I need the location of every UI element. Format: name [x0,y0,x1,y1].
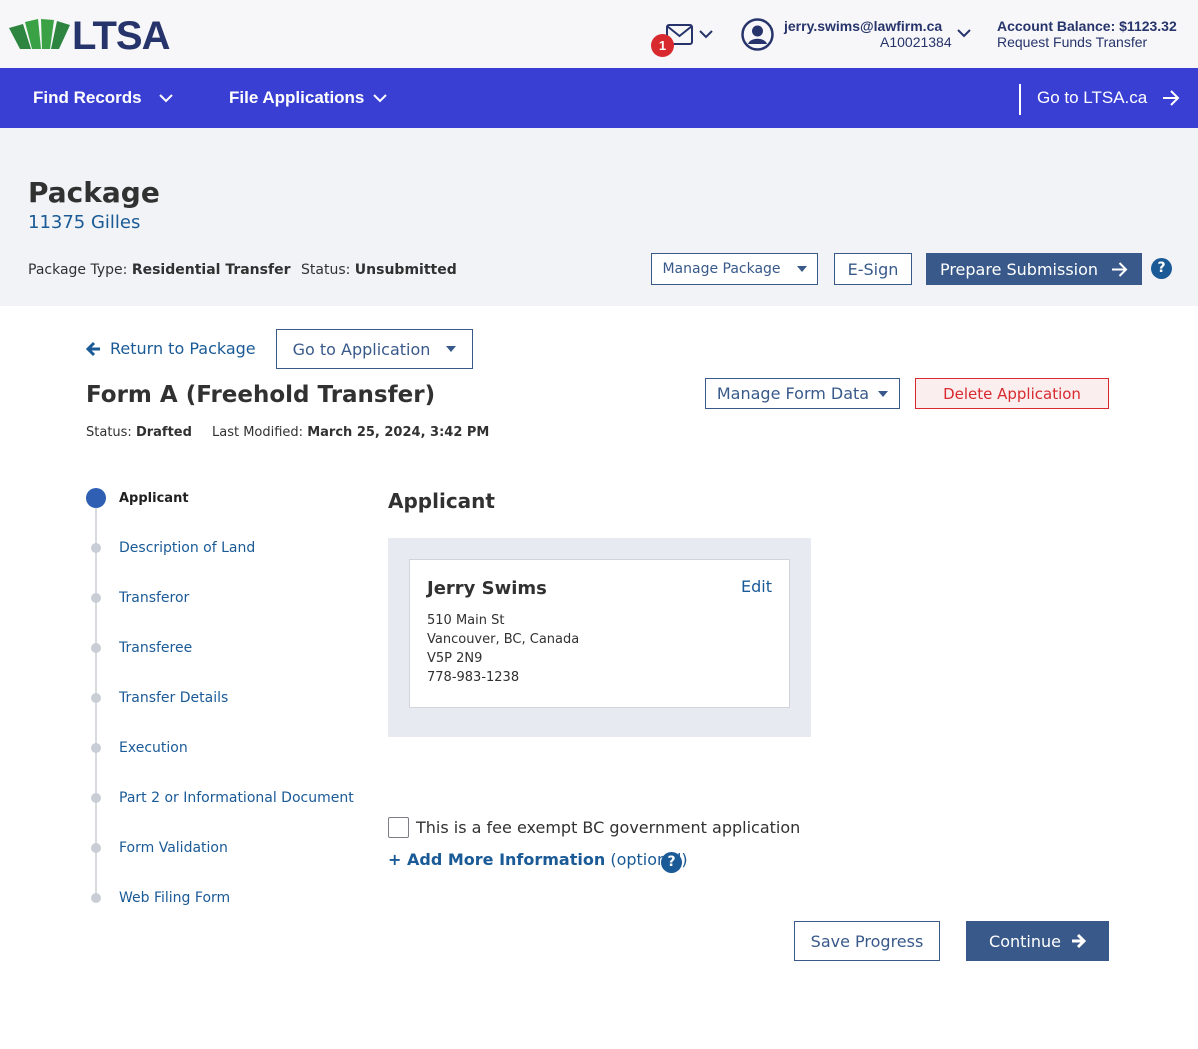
step-label: Transferee [119,640,193,656]
delete-application-button[interactable]: Delete Application [915,378,1109,409]
notification-badge: 1 [651,34,674,57]
esign-label: E-Sign [847,259,899,279]
user-account-number: A10021384 [880,34,952,50]
step-label: Transferor [119,590,190,606]
user-menu-chevron-icon[interactable] [956,26,972,40]
nav-find-records[interactable]: Find Records [33,68,174,128]
prepare-submission-label: Prepare Submission [939,259,1099,279]
arrow-right-icon [1163,90,1180,106]
caret-down-icon [878,390,889,397]
step-label: Description of Land [119,540,256,556]
applicant-name: Jerry Swims [427,578,547,599]
step-label: Execution [119,740,188,756]
package-type: Package Type: Residential Transfer [28,262,290,278]
package-help-icon[interactable]: ? [1151,258,1172,279]
continue-label: Continue [989,931,1061,951]
step-label: Web Filing Form [119,890,231,906]
return-to-package-link[interactable]: Return to Package [86,339,256,358]
form-last-modified: Last Modified: March 25, 2024, 3:42 PM [212,425,489,440]
stepper-track [95,508,97,898]
caret-down-icon [446,346,457,352]
manage-form-data-label: Manage Form Data [716,384,870,403]
step-active-indicator [86,488,106,508]
package-type-value: Residential Transfer [131,262,291,278]
nav-find-records-label: Find Records [33,88,142,107]
step-indicator [91,693,101,703]
user-avatar-icon[interactable] [741,18,774,51]
go-to-ltsa-link[interactable]: Go to LTSA.ca [1037,68,1180,128]
package-name-link[interactable]: 11375 Gilles [28,212,140,233]
manage-form-data-dropdown[interactable]: Manage Form Data [705,378,900,409]
arrow-right-icon [1071,933,1086,949]
esign-button[interactable]: E-Sign [834,253,912,285]
nav-divider [1019,84,1021,115]
form-status-value: Drafted [135,425,192,440]
package-type-label: Package Type: [28,262,128,278]
ltsa-logo[interactable]: LTSA [9,14,174,58]
step-label: Applicant [119,490,189,506]
form-modified-value: March 25, 2024, 3:42 PM [307,425,490,440]
nav-file-applications[interactable]: File Applications [229,68,388,128]
continue-button[interactable]: Continue [966,921,1109,961]
manage-package-dropdown[interactable]: Manage Package [651,253,818,285]
section-title: Applicant [388,489,495,513]
step-label: Form Validation [119,840,228,856]
step-indicator [91,843,101,853]
package-title: Package [28,176,160,209]
save-progress-button[interactable]: Save Progress [794,921,940,961]
go-to-application-label: Go to Application [292,339,431,359]
form-status: Status: Drafted [86,425,192,440]
go-to-application-dropdown[interactable]: Go to Application [276,329,473,369]
arrow-right-icon [1112,261,1128,277]
step-indicator [91,643,101,653]
prepare-submission-button[interactable]: Prepare Submission [926,253,1142,285]
account-balance: Account Balance: $1123.32 [997,18,1177,34]
add-more-label: + Add More Information [388,850,606,869]
chevron-down-icon [699,30,713,39]
form-modified-label: Last Modified: [212,425,304,440]
applicant-phone: 778-983-1238 [427,670,520,685]
package-status-label: Status: [301,262,351,278]
package-status-value: Unsubmitted [354,262,457,278]
applicant-postal-code: V5P 2N9 [427,651,483,666]
form-status-label: Status: [86,425,132,440]
logo-mark-icon [9,19,70,49]
step-label: Part 2 or Informational Document [119,790,354,806]
save-progress-label: Save Progress [810,931,924,951]
request-funds-link[interactable]: Request Funds Transfer [997,34,1147,50]
step-indicator [91,743,101,753]
main-nav: Find Records File Applications Go to LTS… [0,68,1198,128]
applicant-address-line2: Vancouver, BC, Canada [427,632,580,647]
edit-applicant-link[interactable]: Edit [741,577,772,596]
user-email[interactable]: jerry.swims@lawfirm.ca [784,18,942,34]
package-status: Status: Unsubmitted [301,262,457,278]
step-label: Transfer Details [119,690,229,706]
manage-package-label: Manage Package [662,261,781,277]
return-to-package-label: Return to Package [110,339,256,358]
add-more-help-icon[interactable]: ? [661,852,682,873]
applicant-address-line1: 510 Main St [427,613,505,628]
go-to-ltsa-label: Go to LTSA.ca [1037,88,1148,107]
add-more-information-link[interactable]: + Add More Information (optional) [388,850,688,869]
step-indicator [91,543,101,553]
step-indicator [91,593,101,603]
top-header: LTSA 1 jerry.swims@lawfirm.ca A10021384 … [0,0,1198,68]
fee-exempt-label[interactable]: This is a fee exempt BC government appli… [416,818,800,837]
caret-down-icon [796,266,807,272]
chevron-down-icon [373,94,388,103]
logo-text: LTSA [72,14,170,58]
fee-exempt-checkbox[interactable] [388,817,409,838]
chevron-down-icon [158,94,173,103]
delete-application-label: Delete Application [943,384,1081,403]
step-indicator [91,893,101,903]
form-title: Form A (Freehold Transfer) [86,382,436,408]
arrow-left-icon [86,341,100,356]
nav-file-applications-label: File Applications [229,88,365,107]
step-indicator [91,793,101,803]
